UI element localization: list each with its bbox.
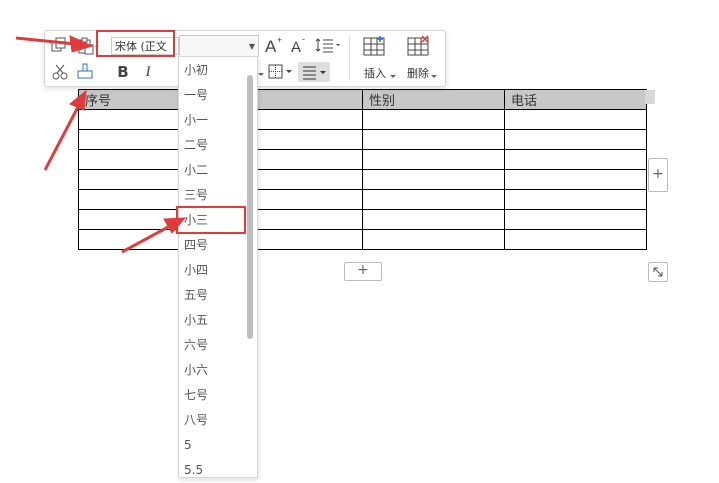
arrow-icon (43, 89, 87, 171)
arrow-icon (121, 217, 187, 254)
arrow-icon (15, 35, 94, 53)
annotation-arrows (15, 35, 187, 254)
